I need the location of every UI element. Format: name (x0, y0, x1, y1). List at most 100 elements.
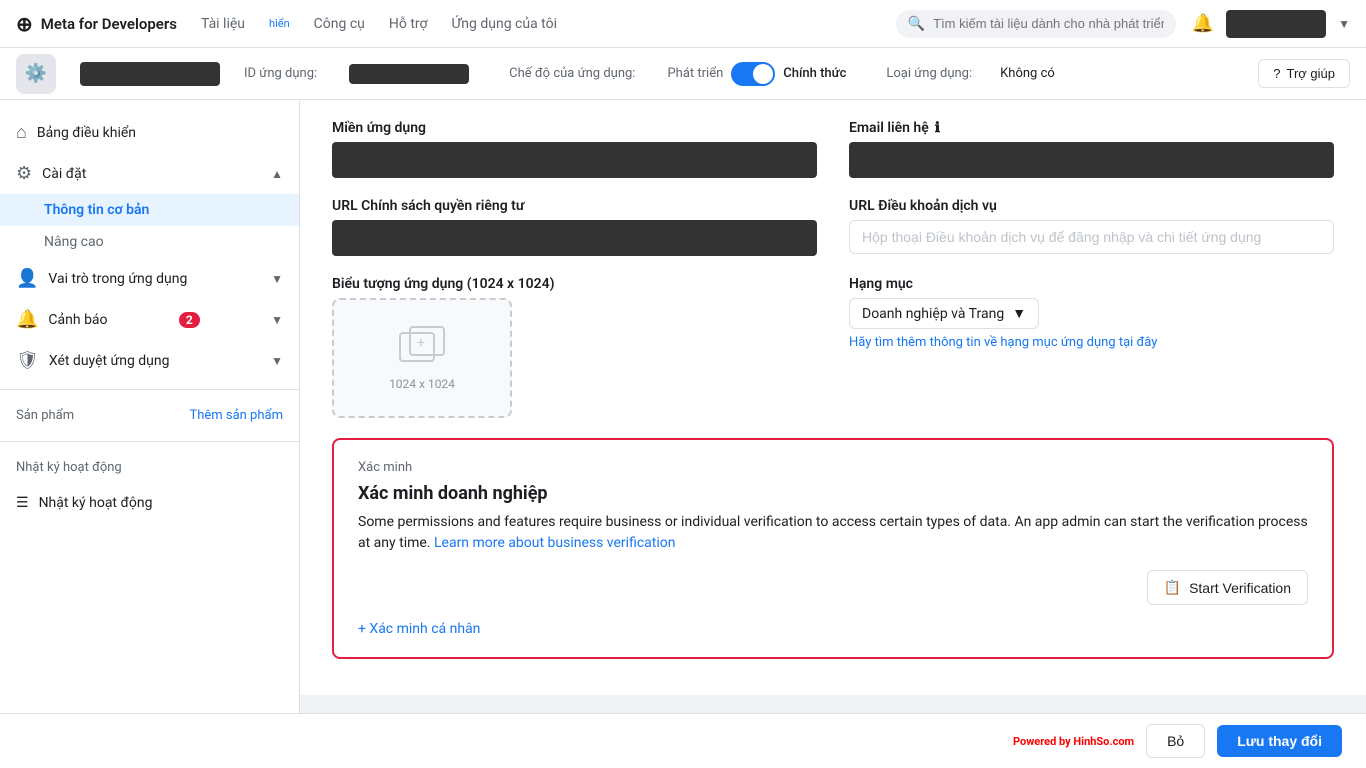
help-label: Trợ giúp (1286, 66, 1335, 81)
sidebar-item-alerts[interactable]: 🔔 Cảnh báo 2 ▼ (0, 299, 299, 340)
sidebar-item-settings[interactable]: ⚙ Cài đặt ▲ (0, 153, 299, 194)
icon-upload-box[interactable]: + 1024 x 1024 (332, 298, 512, 418)
logo: ⊕ Meta for Developers (16, 12, 177, 36)
sidebar-label-alerts: Cảnh báo (48, 312, 107, 328)
privacy-label: URL Chính sách quyền riêng tư (332, 198, 817, 214)
verification-learn-more-link[interactable]: Learn more about business verification (434, 535, 676, 551)
roles-icon: 👤 (16, 268, 38, 289)
nav-my-apps[interactable]: Ứng dụng của tôi (452, 16, 557, 32)
verification-section-title: Xác minh (358, 460, 1308, 475)
search-input[interactable] (933, 16, 1164, 31)
category-info-link[interactable]: Hãy tìm thêm thông tin về hạng mục ứng d… (849, 335, 1334, 350)
terms-label: URL Điều khoản dịch vụ (849, 198, 1334, 214)
form-row-2: URL Chính sách quyền riêng tư URL Điều k… (332, 198, 1334, 256)
save-button[interactable]: Lưu thay đổi (1217, 725, 1342, 757)
mode-switch[interactable] (731, 62, 775, 86)
main-layout: ⌂ Bảng điều khiển ⚙ Cài đặt ▲ Thông tin … (0, 100, 1366, 768)
privacy-input[interactable] (332, 220, 817, 256)
form-group-category: Hạng mục Doanh nghiệp và Trang ▼ Hãy tìm… (849, 276, 1334, 418)
main-content: Miền ứng dụng Email liên hệ ℹ URL Chính … (300, 100, 1366, 768)
mode-label: Chế độ của ứng dụng: (509, 66, 635, 81)
app-id-value (349, 64, 469, 84)
sidebar-item-advanced[interactable]: Nâng cao (0, 226, 299, 258)
form-group-email: Email liên hệ ℹ (849, 120, 1334, 178)
mode-dev-label: Phát triển (667, 66, 723, 81)
start-verification-label: Start Verification (1189, 580, 1291, 596)
top-navigation: ⊕ Meta for Developers Tài liệu hiển Công… (0, 0, 1366, 48)
sidebar-products-section: Sản phẩm Thêm sản phẩm (0, 398, 299, 433)
domain-label: Miền ứng dụng (332, 120, 817, 136)
user-avatar[interactable] (1226, 10, 1326, 38)
personal-verify-link[interactable]: + Xác minh cá nhân (358, 621, 1308, 637)
roles-chevron: ▼ (271, 272, 283, 286)
verification-description: Some permissions and features require bu… (358, 512, 1308, 554)
search-icon: 🔍 (908, 16, 925, 32)
settings-icon: ⚙ (16, 163, 32, 184)
start-verification-button[interactable]: 📋 Start Verification (1147, 570, 1308, 605)
domain-input[interactable] (332, 142, 817, 178)
search-box[interactable]: 🔍 (896, 10, 1176, 38)
bell-icon[interactable]: 🔔 (1192, 13, 1214, 34)
logo-text: Meta for Developers (41, 15, 177, 33)
meta-logo-icon: ⊕ (16, 12, 33, 36)
verification-business-title: Xác minh doanh nghiệp (358, 483, 1308, 504)
sidebar-item-dashboard[interactable]: ⌂ Bảng điều khiển (0, 112, 299, 153)
sidebar-label-settings: Cài đặt (42, 166, 86, 182)
email-label: Email liên hệ ℹ (849, 120, 1334, 136)
list-icon: ☰ (16, 495, 29, 511)
verification-section: Xác minh Xác minh doanh nghiệp Some perm… (332, 438, 1334, 659)
nav-links: Tài liệu hiển Công cụ Hỗ trợ Ứng dụng củ… (201, 16, 880, 32)
sidebar-log-text: Nhật ký hoạt động (39, 495, 153, 511)
form-group-icon: Biểu tượng ứng dụng (1024 x 1024) + 1024… (332, 276, 817, 418)
review-icon: 🛡 (16, 350, 39, 371)
cancel-button[interactable]: Bỏ (1146, 724, 1205, 758)
sidebar-label-dashboard: Bảng điều khiển (37, 125, 136, 141)
category-label: Hạng mục (849, 276, 1334, 292)
sidebar-add-product[interactable]: Thêm sản phẩm (189, 408, 283, 423)
settings-chevron: ▲ (271, 167, 283, 181)
sidebar-divider-2 (0, 441, 299, 442)
sidebar-item-review[interactable]: 🛡 Xét duyệt ứng dụng ▼ (0, 340, 299, 381)
sidebar-item-basic-info[interactable]: Thông tin cơ bản (0, 194, 299, 226)
terms-input[interactable] (849, 220, 1334, 254)
alerts-chevron: ▼ (271, 313, 283, 327)
nav-docs[interactable]: Tài liệu (201, 16, 245, 32)
nav-tools[interactable]: Công cụ (314, 16, 365, 32)
icon-size-text: 1024 x 1024 (389, 377, 455, 391)
sidebar-label-advanced: Nâng cao (44, 234, 104, 250)
app-icon-box: ⚙️ (16, 54, 56, 94)
alerts-badge: 2 (179, 312, 200, 328)
upload-icon: + (398, 325, 446, 373)
email-info-icon: ℹ (935, 120, 940, 136)
help-icon: ? (1273, 66, 1280, 81)
category-select[interactable]: Doanh nghiệp và Trang ▼ (849, 298, 1039, 329)
app-name (80, 62, 220, 86)
sidebar-products-label: Sản phẩm (16, 408, 74, 423)
bell-sidebar-icon: 🔔 (16, 309, 38, 330)
sidebar-item-roles[interactable]: 👤 Vai trò trong ứng dụng ▼ (0, 258, 299, 299)
verification-btn-icon: 📋 (1164, 579, 1181, 596)
toggle-knob (753, 64, 773, 84)
sidebar-activity-log-item[interactable]: ☰ Nhật ký hoạt động (0, 485, 299, 521)
nav-hidden-label: hiển (269, 17, 290, 30)
help-button[interactable]: ? Trợ giúp (1258, 59, 1350, 88)
email-input[interactable] (849, 142, 1334, 178)
nav-right: 🔔 ▼ (1192, 10, 1350, 38)
sidebar-label-basic-info: Thông tin cơ bản (44, 202, 149, 218)
user-menu-chevron[interactable]: ▼ (1338, 17, 1350, 31)
icon-label: Biểu tượng ứng dụng (1024 x 1024) (332, 276, 817, 292)
form-group-terms: URL Điều khoản dịch vụ (849, 198, 1334, 256)
mode-toggle: Phát triển Chính thức (667, 62, 846, 86)
app-header: ⚙️ ID ứng dụng: Chế độ của ứng dụng: Phá… (0, 48, 1366, 100)
sidebar-label-roles: Vai trò trong ứng dụng (48, 271, 187, 287)
form-group-domain: Miền ứng dụng (332, 120, 817, 178)
dashboard-icon: ⌂ (16, 122, 27, 143)
category-chevron: ▼ (1012, 305, 1026, 322)
nav-support[interactable]: Hỗ trợ (389, 16, 428, 32)
email-label-text: Email liên hệ (849, 120, 929, 136)
review-chevron: ▼ (271, 354, 283, 368)
form-group-privacy: URL Chính sách quyền riêng tư (332, 198, 817, 256)
app-type-value: Không có (1000, 66, 1055, 81)
watermark: Powered by HinhSo.com (1013, 735, 1134, 748)
app-type-label: Loại ứng dụng: (886, 66, 972, 81)
